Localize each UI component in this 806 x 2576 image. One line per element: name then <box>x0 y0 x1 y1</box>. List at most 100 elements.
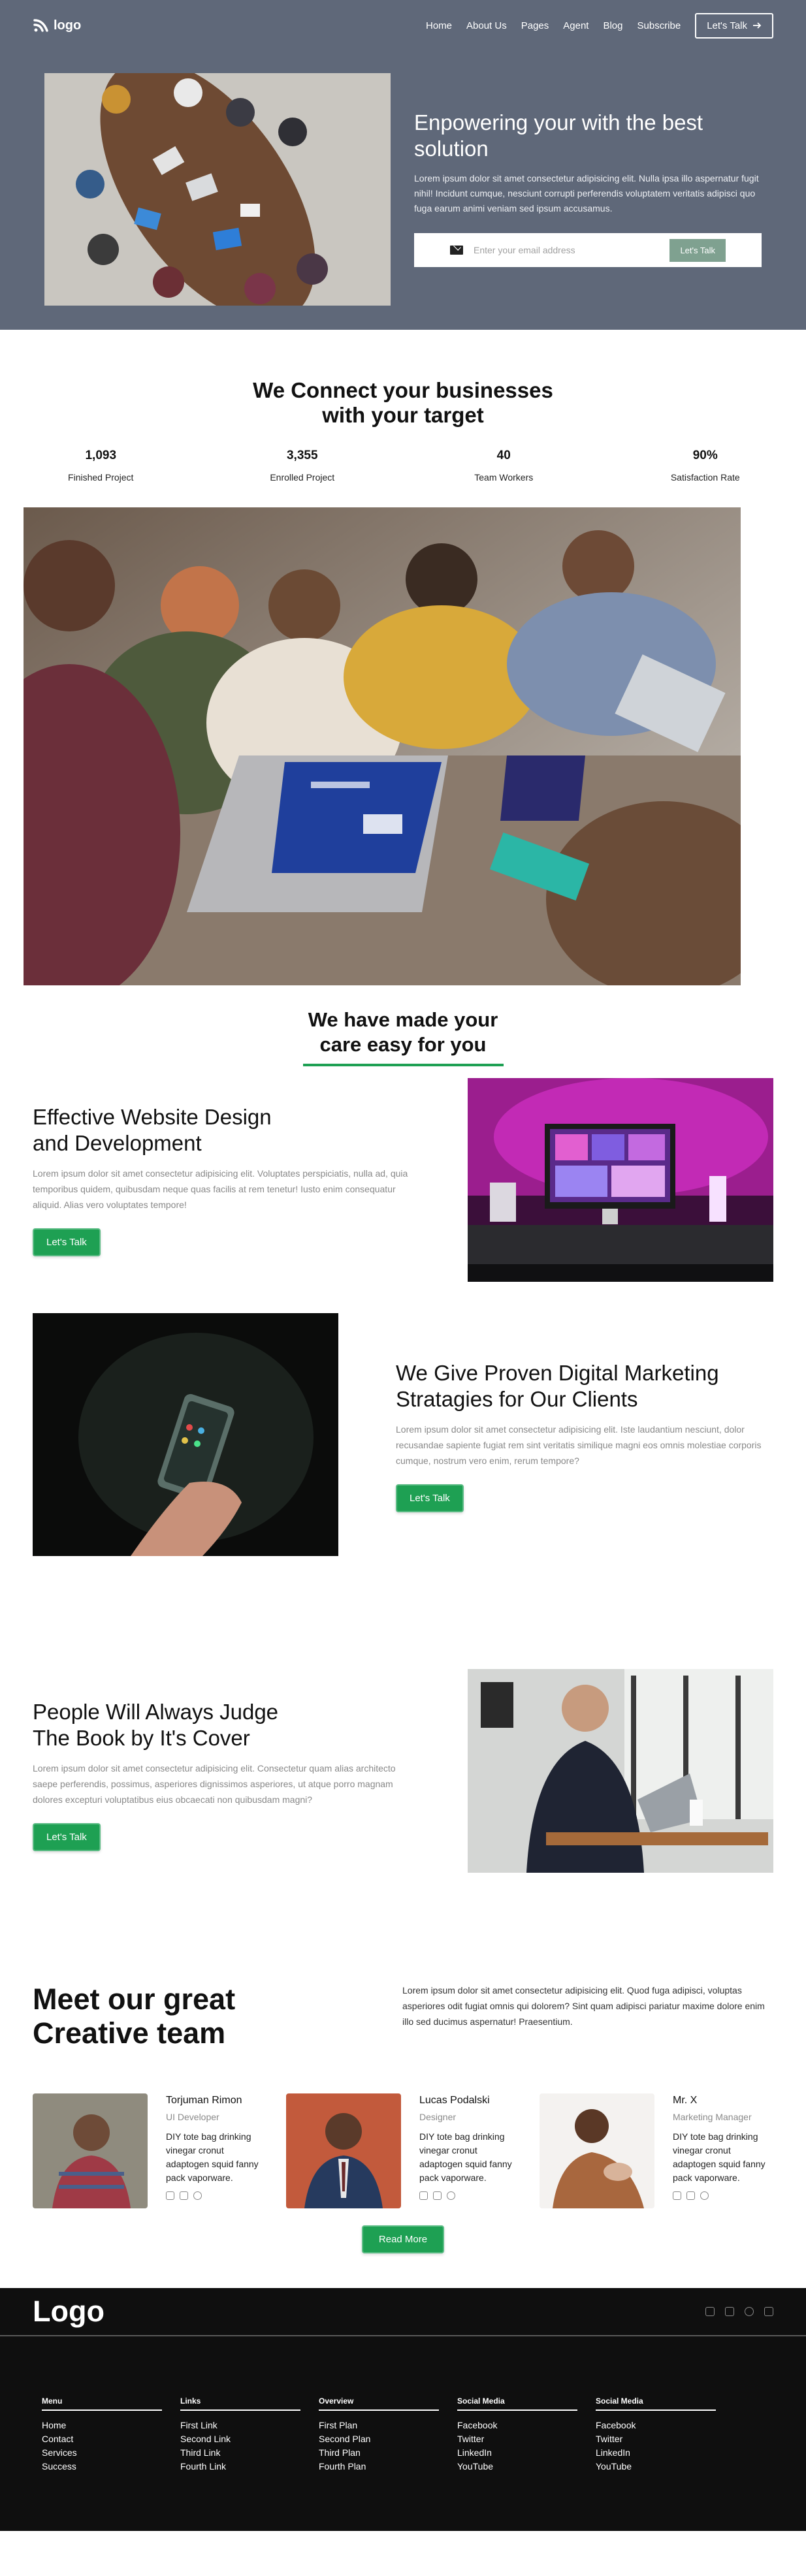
team-member-card: Torjuman Rimon UI Developer DIY tote bag… <box>33 2093 286 2208</box>
facebook-icon[interactable] <box>419 2191 428 2200</box>
care-title: We have made your care easy for you <box>308 1008 498 1057</box>
team-title: Meet our great Creative team <box>33 1982 235 2050</box>
care-underline <box>302 1064 504 1066</box>
feature-desc: Lorem ipsum dolor sit amet consectetur a… <box>396 1424 762 1466</box>
connect-title: We Connect your businesses with your tar… <box>0 378 806 428</box>
chat-icon[interactable] <box>193 2191 202 2200</box>
hero-content: Enpowering your with the best solution L… <box>414 110 762 267</box>
care-title-line2: care easy for you <box>319 1033 487 1056</box>
footer-col-title: Social Media <box>596 2396 716 2411</box>
feature-web-design: Effective Website Design and Development… <box>0 1078 806 1313</box>
nav-link-about[interactable]: About Us <box>466 20 507 31</box>
footer-link[interactable]: First Link <box>180 2419 319 2432</box>
footer-link[interactable]: LinkedIn <box>596 2446 734 2460</box>
team-title-line1: Meet our great <box>33 1982 236 2016</box>
phone-in-hand-image <box>33 1313 338 1556</box>
footer-link[interactable]: Facebook <box>596 2419 734 2432</box>
connect-title-line2: with your target <box>322 403 484 427</box>
feature-title-line1: Effective Website Design <box>33 1105 272 1129</box>
member-role: Marketing Manager <box>673 2112 752 2122</box>
feature-title-line2: The Book by It's Cover <box>33 1726 250 1750</box>
footer-link[interactable]: Second Link <box>180 2432 319 2446</box>
feature-text: Effective Website Design and Development… <box>33 1104 411 1256</box>
stat-label: Finished Project <box>68 472 134 483</box>
facebook-icon[interactable] <box>705 2307 715 2316</box>
footer-link[interactable]: Services <box>42 2446 180 2460</box>
stat-satisfaction: 90% Satisfaction Rate <box>605 449 806 483</box>
footer: Logo Menu Home Contact Services Success … <box>0 2288 806 2531</box>
top-nav: logo Home About Us Pages Agent Blog Subs… <box>0 0 806 51</box>
instagram-icon[interactable] <box>745 2307 754 2316</box>
footer-link[interactable]: YouTube <box>596 2460 734 2473</box>
member-info: Mr. X Marketing Manager DIY tote bag dri… <box>673 2093 771 2208</box>
footer-link[interactable]: First Plan <box>319 2419 457 2432</box>
lets-talk-nav-button[interactable]: Let's Talk <box>695 12 773 39</box>
footer-link[interactable]: LinkedIn <box>457 2446 596 2460</box>
footer-link[interactable]: Fourth Link <box>180 2460 319 2473</box>
team-member-card: Mr. X Marketing Manager DIY tote bag dri… <box>540 2093 793 2208</box>
team-members: Torjuman Rimon UI Developer DIY tote bag… <box>0 2093 806 2208</box>
team-title-line2: Creative team <box>33 2016 226 2050</box>
team-member-card: Lucas Podalski Designer DIY tote bag dri… <box>286 2093 540 2208</box>
footer-col-title: Overview <box>319 2396 439 2411</box>
footer-link[interactable]: Fourth Plan <box>319 2460 457 2473</box>
footer-link[interactable]: YouTube <box>457 2460 596 2473</box>
lets-talk-button[interactable]: Let's Talk <box>396 1484 464 1512</box>
facebook-icon[interactable] <box>166 2191 174 2200</box>
nav-link-agent[interactable]: Agent <box>563 20 588 31</box>
footer-col-title: Links <box>180 2396 300 2411</box>
stats-row: 1,093 Finished Project 3,355 Enrolled Pr… <box>0 449 806 483</box>
nav-link-subscribe[interactable]: Subscribe <box>637 20 681 31</box>
stat-value: 3,355 <box>286 449 318 462</box>
feature-text: People Will Always Judge The Book by It'… <box>33 1699 411 1851</box>
footer-link[interactable]: Success <box>42 2460 180 2473</box>
chat-icon[interactable] <box>700 2191 709 2200</box>
read-more-button[interactable]: Read More <box>361 2225 445 2253</box>
member-bio: DIY tote bag drinking vinegar cronut ada… <box>166 2131 259 2183</box>
read-more-wrap: Read More <box>0 2225 806 2253</box>
email-input[interactable] <box>474 245 660 255</box>
hero-image-meeting-top-view <box>44 73 391 306</box>
feature-desc: Lorem ipsum dolor sit amet consectetur a… <box>33 1763 396 1805</box>
lets-talk-button[interactable]: Let's Talk <box>33 1823 101 1851</box>
team-intro: Lorem ipsum dolor sit amet consectetur a… <box>402 1985 765 2027</box>
footer-logo[interactable]: Logo <box>33 2295 105 2329</box>
footer-col-overview: Overview First Plan Second Plan Third Pl… <box>319 2396 457 2473</box>
footer-link[interactable]: Third Plan <box>319 2446 457 2460</box>
footer-col-menu: Menu Home Contact Services Success <box>42 2396 180 2473</box>
footer-link[interactable]: Twitter <box>596 2432 734 2446</box>
twitter-icon[interactable] <box>686 2191 695 2200</box>
facebook-icon[interactable] <box>673 2191 681 2200</box>
stat-value: 90% <box>692 449 718 462</box>
member-info: Lucas Podalski Designer DIY tote bag dri… <box>419 2093 517 2208</box>
twitter-icon[interactable] <box>725 2307 734 2316</box>
member-photo-lucas <box>286 2093 401 2208</box>
hero-title: Enpowering your with the best solution <box>414 110 703 161</box>
logo[interactable]: logo <box>33 18 81 33</box>
nav-link-blog[interactable]: Blog <box>603 20 622 31</box>
footer-link[interactable]: Second Plan <box>319 2432 457 2446</box>
footer-col-title: Menu <box>42 2396 162 2411</box>
care-title-line1: We have made your <box>308 1008 498 1031</box>
footer-link[interactable]: Facebook <box>457 2419 596 2432</box>
footer-link[interactable]: Third Link <box>180 2446 319 2460</box>
feature-title: We Give Proven Digital Marketing Stratag… <box>396 1360 775 1412</box>
footer-link[interactable]: Twitter <box>457 2432 596 2446</box>
nav-link-pages[interactable]: Pages <box>521 20 549 31</box>
footer-col-social-2: Social Media Facebook Twitter LinkedIn Y… <box>596 2396 734 2473</box>
chat-icon[interactable] <box>447 2191 455 2200</box>
feature-desc: Lorem ipsum dolor sit amet consectetur a… <box>33 1168 408 1210</box>
team-header: Meet our great Creative team Lorem ipsum… <box>0 1982 806 2093</box>
twitter-icon[interactable] <box>433 2191 442 2200</box>
linkedin-icon[interactable] <box>764 2307 773 2316</box>
envelope-icon <box>450 246 463 255</box>
footer-link[interactable]: Contact <box>42 2432 180 2446</box>
feature-digital-marketing: We Give Proven Digital Marketing Stratag… <box>0 1313 806 1669</box>
email-submit-button[interactable]: Let's Talk <box>669 238 726 262</box>
stat-label: Satisfaction Rate <box>670 472 740 483</box>
twitter-icon[interactable] <box>180 2191 188 2200</box>
feature-title: Effective Website Design and Development <box>33 1104 411 1156</box>
nav-link-home[interactable]: Home <box>426 20 452 31</box>
lets-talk-button[interactable]: Let's Talk <box>33 1228 101 1256</box>
footer-link[interactable]: Home <box>42 2419 180 2432</box>
